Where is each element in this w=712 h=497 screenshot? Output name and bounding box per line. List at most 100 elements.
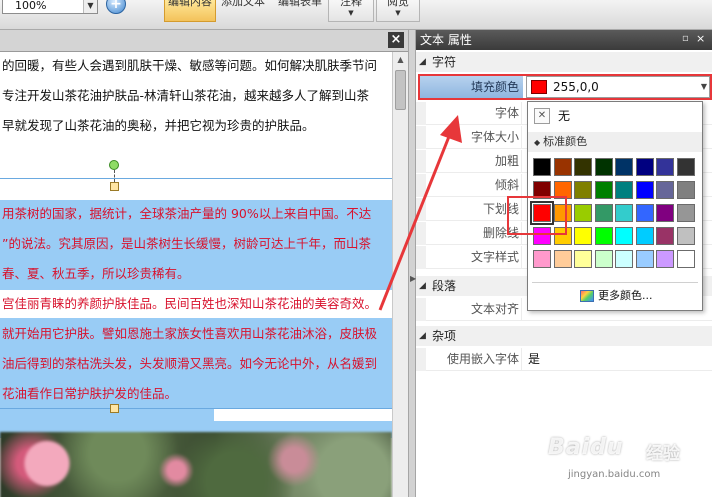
color-swatch[interactable]	[553, 250, 572, 268]
close-icon[interactable]: ×	[388, 32, 404, 48]
document-line: 春、夏、秋五季，所以珍贵稀有。	[2, 266, 190, 281]
prop-embed-font-value: 是	[528, 352, 541, 366]
pin-icon[interactable]: ▫	[682, 33, 694, 45]
toolbar: 100% ▼ + 编辑内容 添加文本 编辑表单 注释 ▼ 阅览 ▼	[0, 0, 712, 30]
color-swatch[interactable]	[635, 181, 654, 199]
prop-italic-label: 倾斜	[426, 174, 522, 197]
document-line: 就开始用它护肤。譬如恩施土家族女性喜欢用山茶花油沐浴，皮肤极	[2, 326, 378, 341]
fill-color-row[interactable]: 填充颜色 255,0,0 ▼	[418, 74, 712, 100]
color-swatch[interactable]	[615, 181, 633, 199]
color-swatch[interactable]	[635, 227, 654, 245]
collapse-icon[interactable]: ◢	[419, 326, 426, 346]
document-line: 宫佳丽青睐的养颜护肤佳品。民间百姓也深知山茶花油的美容奇效。	[2, 296, 378, 311]
color-swatch[interactable]	[635, 158, 654, 176]
color-swatch[interactable]	[635, 204, 654, 222]
chevron-down-icon[interactable]: ▼	[83, 0, 97, 13]
color-swatch[interactable]	[656, 181, 674, 199]
watermark-logo: Baidu	[548, 435, 624, 460]
color-swatch[interactable]	[574, 250, 592, 268]
group-misc-label: 杂项	[432, 329, 457, 343]
fill-color-select[interactable]: 255,0,0 ▼	[526, 76, 710, 98]
color-swatch[interactable]	[594, 227, 613, 245]
textbox-guide-line	[0, 408, 392, 409]
edit-content-button[interactable]: 编辑内容	[164, 0, 216, 22]
color-swatch[interactable]	[574, 227, 592, 245]
color-swatch[interactable]	[574, 204, 592, 222]
standard-colors-label: 标准颜色	[543, 135, 588, 148]
fill-color-value: 255,0,0	[553, 80, 599, 94]
color-swatch[interactable]	[676, 227, 695, 245]
read-label: 阅览	[387, 0, 409, 8]
prop-text-style-label: 文字样式	[426, 246, 522, 269]
fill-color-swatch	[531, 80, 547, 94]
pane-splitter[interactable]: ▶	[408, 30, 416, 497]
scrollbar-thumb[interactable]	[395, 70, 406, 110]
edit-form-button[interactable]: 编辑表单	[274, 0, 326, 22]
color-swatch[interactable]	[615, 227, 633, 245]
collapse-icon[interactable]: ◢	[419, 276, 426, 296]
color-swatch[interactable]	[574, 158, 592, 176]
prop-embed-font-label: 使用嵌入字体	[426, 348, 522, 371]
annotate-button[interactable]: 注释 ▼	[328, 0, 374, 22]
color-swatch[interactable]	[635, 250, 654, 268]
divider	[532, 282, 698, 283]
prop-align-label: 文本对齐	[426, 298, 522, 321]
prop-embed-font[interactable]: 使用嵌入字体 是	[416, 348, 712, 371]
more-colors-button[interactable]: 更多颜色...	[580, 286, 653, 306]
color-swatch[interactable]	[676, 250, 695, 268]
resize-handle[interactable]	[110, 182, 119, 191]
no-color-option[interactable]: ✕ 无	[534, 106, 634, 126]
camellia-photo	[0, 432, 392, 497]
color-swatch[interactable]	[594, 158, 613, 176]
zoom-select[interactable]: 100% ▼	[2, 0, 98, 14]
vertical-scrollbar[interactable]: ▲	[392, 52, 408, 497]
chevron-down-icon[interactable]: ▼	[701, 77, 707, 97]
color-swatch[interactable]	[676, 204, 695, 222]
watermark-jingyan: 经验	[646, 444, 680, 464]
group-font[interactable]: ◢ 字符	[416, 52, 712, 72]
add-text-label: 添加文本	[221, 0, 265, 8]
color-swatch[interactable]	[615, 250, 633, 268]
color-swatch[interactable]	[615, 158, 633, 176]
document-pane: × 的回暖，有些人会遇到肌肤干燥、敏感等问题。如何解决肌肤季节问 专注开发山茶花…	[0, 30, 408, 497]
zoom-value: 100%	[15, 0, 47, 12]
more-colors-label: 更多颜色...	[598, 289, 653, 302]
watermark: Baidu 经验 jingyan.baidu.com	[548, 435, 708, 495]
color-swatch[interactable]	[594, 204, 613, 222]
collapse-icon[interactable]: ◢	[419, 52, 426, 72]
add-text-button[interactable]: 添加文本	[217, 0, 269, 22]
color-swatch[interactable]	[594, 250, 613, 268]
zoom-in-icon[interactable]: +	[106, 0, 126, 14]
group-paragraph-label: 段落	[432, 279, 457, 293]
color-swatch[interactable]	[533, 158, 551, 176]
annotate-label: 注释	[340, 0, 362, 8]
diamond-icon: ◆	[534, 138, 541, 147]
splitter-grip-icon[interactable]: ▶	[410, 272, 416, 286]
color-swatch[interactable]	[676, 181, 695, 199]
scroll-up-icon[interactable]: ▲	[393, 52, 408, 68]
chevron-down-icon: ▼	[395, 9, 401, 17]
color-swatch[interactable]	[574, 181, 592, 199]
color-swatch[interactable]	[656, 250, 674, 268]
color-swatch[interactable]	[676, 158, 695, 176]
document-line: 花油看作日常护肤护发的佳品。	[2, 386, 178, 401]
close-icon[interactable]: ×	[696, 33, 708, 45]
group-misc[interactable]: ◢ 杂项	[416, 326, 712, 346]
color-swatch[interactable]	[656, 204, 674, 222]
color-swatch[interactable]	[533, 250, 551, 268]
fill-color-label: 填充颜色	[420, 76, 523, 98]
document-page[interactable]: 的回暖，有些人会遇到肌肤干燥、敏感等问题。如何解决肌肤季节问 专注开发山茶花油护…	[0, 52, 392, 497]
rotate-handle[interactable]	[109, 160, 119, 170]
color-swatch[interactable]	[553, 158, 572, 176]
color-swatch[interactable]	[656, 158, 674, 176]
chevron-down-icon: ▼	[348, 9, 354, 17]
read-button[interactable]: 阅览 ▼	[376, 0, 420, 22]
document-line: 油后得到的茶枯洗头发，头发顺滑又黑亮。如今无论中外，从名媛到	[2, 356, 378, 371]
resize-handle[interactable]	[110, 404, 119, 413]
color-swatch[interactable]	[594, 181, 613, 199]
color-swatch[interactable]	[656, 227, 674, 245]
panel-header: 文本 属性 ▫ ×	[416, 30, 712, 50]
document-line: ”的说法。究其原因，是山茶树生长缓慢，树龄可达上千年，而山茶	[2, 236, 371, 251]
document-line: 用茶树的国家，据统计，全球茶油产量的 90%以上来自中国。不达	[2, 206, 372, 221]
color-swatch[interactable]	[615, 204, 633, 222]
